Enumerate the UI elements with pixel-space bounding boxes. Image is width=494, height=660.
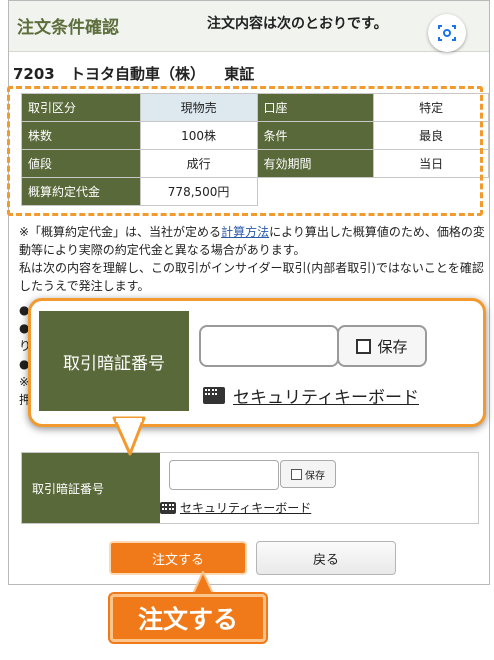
scan-icon [438,25,456,41]
security-keyboard-link[interactable]: セキュリティキーボード [160,499,311,516]
checkbox-icon [356,338,372,354]
pin-label: 取引暗証番号 [22,453,160,523]
submit-order-button[interactable]: 注文する [109,541,247,575]
zoom-pin-label: 取引暗証番号 [39,311,189,411]
zoom-save-label: 保存 [377,337,408,356]
stock-name: トヨタ自動車（株） [69,65,205,83]
security-keyboard-label: セキュリティキーボード [180,501,312,515]
save-label: 保存 [305,470,325,482]
header-message: 注文内容は次のとおりです。 [207,16,388,32]
notes-block: ※「概算約定代金」は、当社が定める計算方法により算出した概算値のため、価格の変動… [19,223,485,295]
keyboard-icon [160,501,176,514]
pin-zoom-callout: 取引暗証番号 保存 セキュリティキーボード [28,298,486,427]
stock-code: 7203 [13,65,55,83]
keyboard-icon [203,387,225,404]
checkbox-icon[interactable] [291,468,302,480]
save-pin-checkbox[interactable]: 保存 [280,460,336,488]
zoom-pin-input [199,325,339,367]
header-bar: 注文条件確認 注文内容は次のとおりです。 [9,1,489,52]
zoom-keyboard-link: セキュリティキーボード [203,383,419,408]
zoom-save-checkbox: 保存 [337,325,427,367]
order-table-highlight [7,86,483,216]
note-text: ※「概算約定代金」は、当社が定める [19,225,222,239]
note-text: 私は次の内容を理解し、この取引がインサイダー取引(内部者取引)ではないことを確認… [19,261,484,293]
submit-callout-label: 注文する [110,594,266,642]
stock-line: 7203 トヨタ自動車（株） 東証 [13,63,254,84]
pin-row: 取引暗証番号 保存 セキュリティキーボード [21,452,479,524]
pin-input[interactable] [169,460,279,490]
page-title: 注文条件確認 [17,18,119,38]
zoom-keyboard-label: セキュリティキーボード [233,388,419,408]
scan-icon-button[interactable] [428,14,466,52]
callout-tail [112,416,146,456]
back-button[interactable]: 戻る [256,541,396,575]
stock-market: 東証 [224,65,255,83]
calculation-method-link[interactable]: 計算方法 [221,225,269,239]
